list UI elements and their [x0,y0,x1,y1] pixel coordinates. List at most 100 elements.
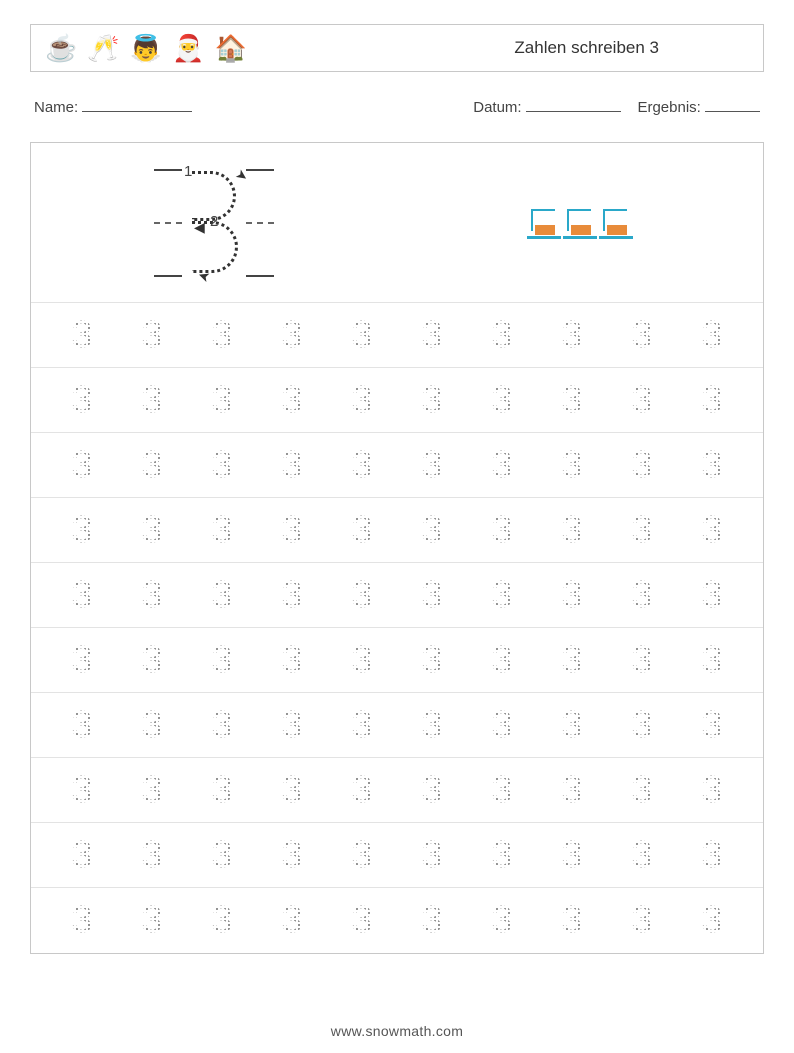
trace-digit-3[interactable]: 3 [277,574,307,617]
trace-digit-3[interactable]: 3 [277,314,307,357]
trace-digit-3[interactable]: 3 [417,769,447,812]
trace-digit-3[interactable]: 3 [207,314,237,357]
trace-digit-3[interactable]: 3 [67,379,97,422]
trace-digit-3[interactable]: 3 [67,704,97,747]
trace-digit-3[interactable]: 3 [277,769,307,812]
trace-digit-3[interactable]: 3 [557,834,587,877]
trace-digit-3[interactable]: 3 [137,834,167,877]
trace-digit-3[interactable]: 3 [627,834,657,877]
trace-digit-3[interactable]: 3 [207,769,237,812]
trace-digit-3[interactable]: 3 [417,379,447,422]
trace-digit-3[interactable]: 3 [277,509,307,552]
trace-digit-3[interactable]: 3 [347,379,377,422]
trace-digit-3[interactable]: 3 [487,574,517,617]
trace-digit-3[interactable]: 3 [347,704,377,747]
trace-digit-3[interactable]: 3 [487,314,517,357]
trace-digit-3[interactable]: 3 [627,899,657,942]
trace-digit-3[interactable]: 3 [627,574,657,617]
trace-digit-3[interactable]: 3 [207,899,237,942]
trace-digit-3[interactable]: 3 [627,314,657,357]
trace-digit-3[interactable]: 3 [487,509,517,552]
trace-digit-3[interactable]: 3 [697,834,727,877]
trace-digit-3[interactable]: 3 [487,704,517,747]
trace-digit-3[interactable]: 3 [207,639,237,682]
trace-digit-3[interactable]: 3 [137,509,167,552]
trace-digit-3[interactable]: 3 [67,769,97,812]
trace-digit-3[interactable]: 3 [277,834,307,877]
trace-digit-3[interactable]: 3 [417,834,447,877]
trace-digit-3[interactable]: 3 [347,314,377,357]
result-blank[interactable] [705,98,760,112]
trace-digit-3[interactable]: 3 [277,639,307,682]
trace-digit-3[interactable]: 3 [557,899,587,942]
trace-digit-3[interactable]: 3 [207,444,237,487]
trace-digit-3[interactable]: 3 [207,379,237,422]
trace-digit-3[interactable]: 3 [137,379,167,422]
trace-digit-3[interactable]: 3 [67,899,97,942]
trace-digit-3[interactable]: 3 [697,379,727,422]
trace-digit-3[interactable]: 3 [697,704,727,747]
trace-digit-3[interactable]: 3 [557,509,587,552]
trace-digit-3[interactable]: 3 [277,704,307,747]
trace-digit-3[interactable]: 3 [347,509,377,552]
trace-digit-3[interactable]: 3 [137,444,167,487]
trace-digit-3[interactable]: 3 [347,899,377,942]
trace-digit-3[interactable]: 3 [697,509,727,552]
trace-digit-3[interactable]: 3 [557,379,587,422]
trace-digit-3[interactable]: 3 [697,769,727,812]
trace-digit-3[interactable]: 3 [277,444,307,487]
trace-digit-3[interactable]: 3 [137,574,167,617]
trace-digit-3[interactable]: 3 [627,704,657,747]
trace-digit-3[interactable]: 3 [347,834,377,877]
date-blank[interactable] [526,98,621,112]
trace-digit-3[interactable]: 3 [137,314,167,357]
trace-digit-3[interactable]: 3 [347,574,377,617]
trace-digit-3[interactable]: 3 [137,769,167,812]
trace-digit-3[interactable]: 3 [557,444,587,487]
trace-digit-3[interactable]: 3 [487,769,517,812]
trace-digit-3[interactable]: 3 [137,704,167,747]
trace-digit-3[interactable]: 3 [417,639,447,682]
trace-digit-3[interactable]: 3 [137,899,167,942]
trace-digit-3[interactable]: 3 [207,834,237,877]
trace-digit-3[interactable]: 3 [277,899,307,942]
trace-digit-3[interactable]: 3 [417,899,447,942]
trace-digit-3[interactable]: 3 [487,834,517,877]
trace-digit-3[interactable]: 3 [487,444,517,487]
trace-digit-3[interactable]: 3 [627,444,657,487]
trace-digit-3[interactable]: 3 [67,834,97,877]
trace-digit-3[interactable]: 3 [697,314,727,357]
trace-digit-3[interactable]: 3 [417,314,447,357]
trace-digit-3[interactable]: 3 [67,639,97,682]
trace-digit-3[interactable]: 3 [627,769,657,812]
trace-digit-3[interactable]: 3 [67,444,97,487]
trace-digit-3[interactable]: 3 [417,444,447,487]
trace-digit-3[interactable]: 3 [557,314,587,357]
trace-digit-3[interactable]: 3 [557,574,587,617]
trace-digit-3[interactable]: 3 [137,639,167,682]
trace-digit-3[interactable]: 3 [557,769,587,812]
trace-digit-3[interactable]: 3 [67,314,97,357]
trace-digit-3[interactable]: 3 [697,574,727,617]
trace-digit-3[interactable]: 3 [347,639,377,682]
trace-digit-3[interactable]: 3 [347,444,377,487]
trace-digit-3[interactable]: 3 [67,574,97,617]
trace-digit-3[interactable]: 3 [67,509,97,552]
trace-digit-3[interactable]: 3 [487,899,517,942]
trace-digit-3[interactable]: 3 [277,379,307,422]
trace-digit-3[interactable]: 3 [557,704,587,747]
trace-digit-3[interactable]: 3 [417,704,447,747]
trace-digit-3[interactable]: 3 [697,444,727,487]
trace-digit-3[interactable]: 3 [627,379,657,422]
trace-digit-3[interactable]: 3 [627,639,657,682]
trace-digit-3[interactable]: 3 [207,574,237,617]
trace-digit-3[interactable]: 3 [487,379,517,422]
trace-digit-3[interactable]: 3 [417,509,447,552]
name-blank[interactable] [82,98,192,112]
trace-digit-3[interactable]: 3 [207,704,237,747]
trace-digit-3[interactable]: 3 [347,769,377,812]
trace-digit-3[interactable]: 3 [697,899,727,942]
trace-digit-3[interactable]: 3 [557,639,587,682]
trace-digit-3[interactable]: 3 [627,509,657,552]
trace-digit-3[interactable]: 3 [207,509,237,552]
